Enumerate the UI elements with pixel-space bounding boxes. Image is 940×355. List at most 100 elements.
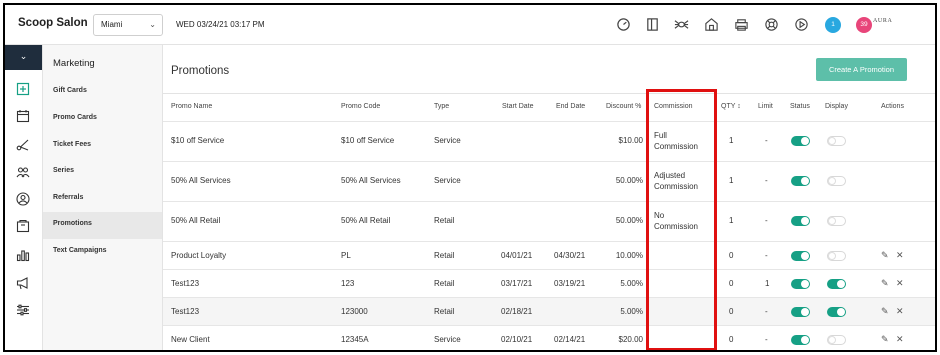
promo-name: 50% All Retail bbox=[171, 216, 221, 225]
promo-type: Service bbox=[434, 335, 461, 344]
menu-item-gift-cards[interactable]: Gift Cards bbox=[43, 79, 162, 106]
menu-item-promotions[interactable]: Promotions bbox=[43, 212, 162, 239]
col-header-start-date[interactable]: Start Date bbox=[502, 103, 534, 110]
settings-sliders-icon[interactable] bbox=[16, 303, 30, 317]
col-header-promo-code[interactable]: Promo Code bbox=[341, 103, 380, 110]
promo-name: Test123 bbox=[171, 279, 200, 288]
table-row[interactable]: Product Loyalty PL Retail 04/01/21 04/30… bbox=[163, 241, 935, 269]
col-header-end-date[interactable]: End Date bbox=[556, 103, 585, 110]
promo-name: 50% All Services bbox=[171, 176, 231, 185]
delete-x-icon[interactable]: ✕ bbox=[896, 334, 904, 345]
promo-code: 12345A bbox=[341, 335, 369, 344]
account-logo[interactable]: AURA bbox=[873, 18, 892, 24]
clients-icon[interactable] bbox=[16, 165, 30, 179]
promo-discount: 50.00% bbox=[615, 176, 643, 185]
col-header-promo-name[interactable]: Promo Name bbox=[171, 103, 212, 110]
col-header-qty[interactable]: QTY ↕ bbox=[721, 103, 741, 110]
status-toggle[interactable] bbox=[791, 279, 810, 289]
calendar-icon[interactable] bbox=[16, 109, 30, 123]
col-header-discount[interactable]: Discount % bbox=[606, 103, 641, 110]
status-toggle[interactable] bbox=[791, 216, 810, 226]
qty-label: QTY bbox=[721, 103, 736, 110]
menu-item-promo-cards[interactable]: Promo Cards bbox=[43, 106, 162, 133]
promo-qty: 1 bbox=[729, 216, 734, 225]
promo-end-date: 03/19/21 bbox=[554, 279, 586, 288]
promo-type: Service bbox=[434, 136, 461, 145]
rail-collapse-chevron-icon[interactable]: ⌄ bbox=[5, 45, 42, 70]
play-icon[interactable] bbox=[794, 17, 809, 32]
menu-item-referrals[interactable]: Referrals bbox=[43, 186, 162, 213]
promo-discount: 5.00% bbox=[620, 279, 643, 288]
promo-start-date: 03/17/21 bbox=[501, 279, 533, 288]
edit-pencil-icon[interactable]: ✎ bbox=[881, 278, 889, 289]
display-toggle[interactable] bbox=[827, 251, 846, 261]
register-icon[interactable] bbox=[16, 82, 30, 96]
scissors-icon[interactable] bbox=[16, 138, 30, 152]
display-toggle[interactable] bbox=[827, 136, 846, 146]
divider bbox=[163, 93, 935, 94]
marketing-megaphone-icon[interactable] bbox=[16, 276, 30, 290]
chevron-down-icon: ⌄ bbox=[149, 20, 156, 29]
lifebuoy-icon[interactable] bbox=[764, 17, 779, 32]
menu-title: Marketing bbox=[53, 58, 95, 69]
printer-icon[interactable] bbox=[734, 17, 749, 32]
table-row[interactable]: $10 off Service $10 off Service Service … bbox=[163, 121, 935, 161]
promo-code: PL bbox=[341, 251, 351, 260]
location-select[interactable]: Miami ⌄ bbox=[93, 14, 163, 36]
page-title: Promotions bbox=[171, 65, 230, 77]
edit-pencil-icon[interactable]: ✎ bbox=[881, 306, 889, 317]
delete-x-icon[interactable]: ✕ bbox=[896, 278, 904, 289]
table-row[interactable]: Test123 123 Retail 03/17/21 03/19/21 5.0… bbox=[163, 269, 935, 297]
col-header-limit[interactable]: Limit bbox=[758, 103, 773, 110]
message-badge[interactable]: 39 bbox=[856, 17, 872, 33]
reports-bar-chart-icon[interactable] bbox=[16, 248, 30, 262]
promo-type: Retail bbox=[434, 216, 455, 225]
display-toggle[interactable] bbox=[827, 216, 846, 226]
sort-icon: ↕ bbox=[737, 103, 741, 110]
status-toggle[interactable] bbox=[791, 335, 810, 345]
top-bar: Scoop Salon Miami ⌄ WED 03/24/21 03:17 P… bbox=[5, 5, 935, 45]
delete-x-icon[interactable]: ✕ bbox=[896, 250, 904, 261]
table-row[interactable]: 50% All Retail 50% All Retail Retail 50.… bbox=[163, 201, 935, 241]
display-toggle[interactable] bbox=[827, 176, 846, 186]
promo-qty: 0 bbox=[729, 251, 734, 260]
promo-code: $10 off Service bbox=[341, 136, 395, 145]
promo-name: Product Loyalty bbox=[171, 251, 227, 260]
table-row[interactable]: Test123 123000 Retail 02/18/21 5.00% 0 -… bbox=[163, 297, 935, 325]
user-circle-icon[interactable] bbox=[16, 192, 30, 206]
table-row[interactable]: New Client 12345A Service 02/10/21 02/14… bbox=[163, 325, 935, 350]
promo-limit: 1 bbox=[765, 279, 770, 288]
commission-highlight-box bbox=[646, 89, 717, 350]
promo-type: Retail bbox=[434, 279, 455, 288]
display-toggle[interactable] bbox=[827, 307, 846, 317]
house-icon[interactable] bbox=[704, 17, 719, 32]
menu-item-text-campaigns[interactable]: Text Campaigns bbox=[43, 239, 162, 266]
promo-code: 50% All Services bbox=[341, 176, 401, 185]
col-header-status[interactable]: Status bbox=[790, 103, 810, 110]
book-icon[interactable] bbox=[645, 17, 660, 32]
promo-code: 50% All Retail bbox=[341, 216, 391, 225]
menu-item-ticket-fees[interactable]: Ticket Fees bbox=[43, 133, 162, 160]
status-toggle[interactable] bbox=[791, 136, 810, 146]
status-toggle[interactable] bbox=[791, 251, 810, 261]
promo-name: New Client bbox=[171, 335, 210, 344]
inventory-icon[interactable] bbox=[16, 219, 30, 233]
promo-start-date: 02/10/21 bbox=[501, 335, 533, 344]
create-promotion-button[interactable]: Create A Promotion bbox=[816, 58, 907, 81]
icon-rail: ⌄ bbox=[5, 45, 43, 350]
status-toggle[interactable] bbox=[791, 307, 810, 317]
notification-badge[interactable]: 1 bbox=[825, 17, 841, 33]
gauge-icon[interactable] bbox=[616, 17, 631, 32]
status-toggle[interactable] bbox=[791, 176, 810, 186]
display-toggle[interactable] bbox=[827, 335, 846, 345]
edit-pencil-icon[interactable]: ✎ bbox=[881, 334, 889, 345]
col-header-display[interactable]: Display bbox=[825, 103, 848, 110]
display-toggle[interactable] bbox=[827, 279, 846, 289]
table-row[interactable]: 50% All Services 50% All Services Servic… bbox=[163, 161, 935, 201]
edit-pencil-icon[interactable]: ✎ bbox=[881, 250, 889, 261]
col-header-type[interactable]: Type bbox=[434, 103, 449, 110]
delete-x-icon[interactable]: ✕ bbox=[896, 306, 904, 317]
menu-item-series[interactable]: Series bbox=[43, 159, 162, 186]
spider-icon[interactable] bbox=[674, 17, 689, 32]
promo-qty: 0 bbox=[729, 307, 734, 316]
